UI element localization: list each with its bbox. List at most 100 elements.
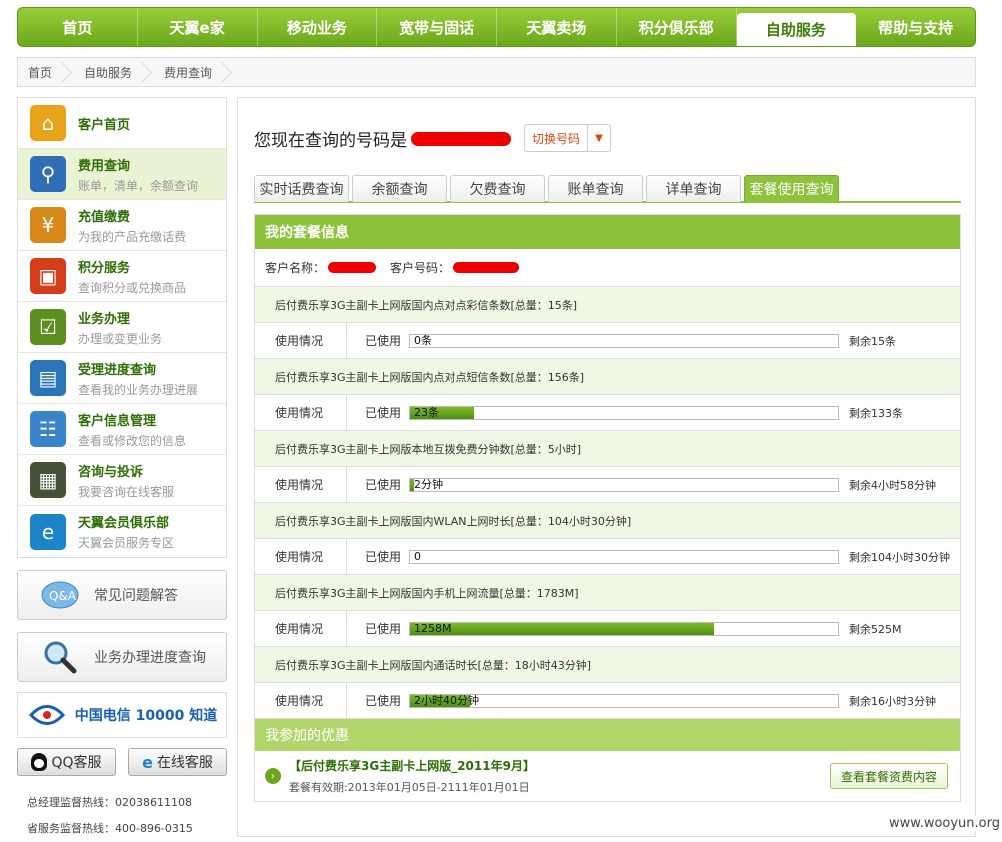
breadcrumb: 首页 自助服务 费用查询: [17, 57, 976, 87]
nav-item-4[interactable]: 天翼卖场: [497, 8, 617, 46]
hotline-gm: 总经理监督热线：02038611108: [27, 796, 192, 809]
china-telecom-10000-banner[interactable]: 中国电信 10000 知道: [17, 692, 227, 738]
promo-title: 我参加的优惠: [255, 719, 960, 751]
usage-label: 使用情况: [255, 611, 347, 646]
sidebar-item-title: 业务办理: [78, 311, 131, 327]
sidebar-item-subtitle: 我要咨询在线客服: [78, 484, 175, 499]
switch-number-dropdown[interactable]: 切换号码 ▼: [524, 124, 612, 152]
sidebar-item-6[interactable]: ☷ 客户信息管理 查看或修改您的信息: [18, 404, 226, 455]
usage-remaining: 剩余16小时3分钟: [849, 694, 936, 708]
faq-button[interactable]: Q&A 常见问题解答: [17, 570, 227, 620]
sidebar: ⌂ 客户首页 ⚲ 费用查询 账单，清单，余额查询 ¥ 充值缴费 为我的产品充缴话费 ▣ 积分服务查…: [17, 97, 227, 842]
sidebar-item-subtitle: 查看或修改您的信息: [78, 433, 187, 448]
query-number-label: 您现在查询的号码是: [254, 131, 407, 151]
nav-item-7[interactable]: 帮助与支持: [856, 8, 975, 46]
brand-text: 中国电信 10000 知道: [74, 708, 218, 724]
china-telecom-logo-icon: [28, 705, 65, 725]
nav-item-1[interactable]: 天翼e家: [138, 8, 258, 46]
redacted-name: [328, 262, 377, 273]
sidebar-item-title: 客户首页: [78, 117, 131, 133]
sidebar-item-3[interactable]: ▣ 积分服务查询积分或兑换商品: [18, 251, 226, 302]
tab-0[interactable]: 实时话费查询: [254, 175, 349, 202]
usage-item-title: 后付费乐享3G主副卡上网版国内点对点彩信条数[总量：15条]: [255, 287, 960, 323]
breadcrumb-item-1[interactable]: 自助服务: [74, 58, 154, 86]
sidebar-item-5[interactable]: ▤ 受理进度查询 查看我的业务办理进展: [18, 353, 226, 404]
tab-4[interactable]: 详单查询: [646, 175, 741, 202]
usage-item-title: 后付费乐享3G主副卡上网版国内WLAN上网时长[总量：104小时30分钟]: [255, 503, 960, 539]
usage-label: 使用情况: [255, 323, 347, 358]
breadcrumb-item-0[interactable]: 首页: [18, 58, 74, 86]
sidebar-item-8[interactable]: e 天翼会员俱乐部 天翼会员服务专区: [18, 506, 226, 557]
top-nav: 首页 天翼e家 移动业务 宽带与固话 天翼卖场 积分俱乐部 自助服务 帮助与支持: [17, 7, 976, 47]
watermark: www.wooyun.org: [888, 816, 1000, 831]
sidebar-item-subtitle: 账单，清单，余额查询: [78, 178, 199, 193]
sidebar-item-7[interactable]: ▦ 咨询与投诉 我要咨询在线客服: [18, 455, 226, 506]
penguin-icon: [31, 753, 48, 771]
usage-label: 使用情况: [255, 467, 347, 502]
progress-query-button[interactable]: 业务办理进度查询: [17, 632, 227, 682]
nav-item-0[interactable]: 首页: [18, 8, 138, 46]
promo-name[interactable]: 【后付费乐享3G主副卡上网版_2011年9月】: [289, 757, 535, 774]
usage-row: 使用情况 已使用 2分钟 剩余4小时58分钟: [255, 467, 960, 503]
sidebar-item-subtitle: 办理或变更业务: [78, 331, 163, 346]
online-service-button[interactable]: e 在线客服: [128, 748, 227, 776]
sidebar-item-title: 受理进度查询: [78, 362, 157, 378]
tab-3[interactable]: 账单查询: [548, 175, 643, 202]
usage-item-title: 后付费乐享3G主副卡上网版国内点对点短信条数[总量：156条]: [255, 359, 960, 395]
view-package-fees-button[interactable]: 查看套餐资费内容: [829, 763, 948, 789]
sidebar-item-subtitle: 天翼会员服务专区: [78, 536, 175, 550]
sidebar-item-title: 天翼会员俱乐部: [78, 516, 170, 531]
progress-query-label: 业务办理进度查询: [94, 650, 206, 666]
tab-1[interactable]: 余额查询: [352, 175, 447, 202]
usage-progress-bar: 1258M: [409, 621, 839, 636]
sidebar-item-subtitle: 查询积分或兑换商品: [78, 280, 187, 295]
sidebar-item-1[interactable]: ⚲ 费用查询 账单，清单，余额查询: [18, 149, 226, 200]
nav-item-5[interactable]: 积分俱乐部: [617, 8, 737, 46]
sidebar-item-4[interactable]: ☑ 业务办理 办理或变更业务: [18, 302, 226, 353]
online-service-label: 在线客服: [156, 755, 213, 771]
usage-item-title: 后付费乐享3G主副卡上网版国内手机上网流量[总量：1783M]: [255, 575, 960, 611]
breadcrumb-item-2[interactable]: 费用查询: [154, 58, 234, 86]
package-info-title: 我的套餐信息: [255, 215, 960, 249]
nav-item-3[interactable]: 宽带与固话: [377, 8, 497, 46]
qq-service-button[interactable]: QQ客服: [17, 748, 116, 776]
usage-progress-fill: [410, 622, 714, 635]
nav-item-2[interactable]: 移动业务: [258, 8, 378, 46]
promo-period: 套餐有效期:2013年01月05日-2111年01月01日: [289, 781, 530, 794]
usage-used-value: 0条: [414, 333, 432, 347]
used-label: 已使用: [365, 622, 402, 636]
usage-progress-bar: 0条: [409, 333, 839, 348]
usage-progress-bar: 2分钟: [409, 477, 839, 492]
sidebar-item-title: 积分服务: [78, 260, 131, 276]
calculator-warning-icon: ▦: [30, 462, 66, 498]
usage-label: 使用情况: [255, 539, 347, 574]
usage-item-title: 后付费乐享3G主副卡上网版本地互拨免费分钟数[总量：5小时]: [255, 431, 960, 467]
chevron-down-icon: ▼: [595, 132, 603, 144]
tab-2[interactable]: 欠费查询: [450, 175, 545, 202]
switch-number-label: 切换号码: [525, 125, 589, 151]
sidebar-item-0[interactable]: ⌂ 客户首页: [18, 98, 226, 149]
usage-row: 使用情况 已使用 2小时40分钟 剩余16小时3分钟: [255, 683, 960, 719]
sidebar-item-2[interactable]: ¥ 充值缴费 为我的产品充缴话费: [18, 200, 226, 251]
tab-5[interactable]: 套餐使用查询: [744, 175, 839, 202]
hotlines: 总经理监督热线：02038611108 省服务监督热线：400-896-0315: [17, 790, 227, 842]
nav-item-6[interactable]: 自助服务: [736, 13, 857, 46]
used-label: 已使用: [365, 694, 402, 708]
ie-icon: e: [142, 752, 153, 772]
usage-used-value: 1258M: [414, 621, 452, 635]
faq-label: 常见问题解答: [94, 588, 178, 604]
club-logo-icon: e: [30, 513, 66, 550]
query-tabs: 实时话费查询 余额查询 欠费查询 账单查询 详单查询 套餐使用查询: [254, 175, 961, 203]
customer-name-label: 客户名称：: [265, 261, 326, 275]
coin-icon: ¥: [30, 207, 66, 243]
gift-icon: ▣: [30, 258, 66, 294]
usage-remaining: 剩余133条: [849, 406, 903, 420]
usage-used-value: 2分钟: [414, 477, 443, 491]
usage-row: 使用情况 已使用 23条 剩余133条: [255, 395, 960, 431]
qq-service-label: QQ客服: [51, 755, 102, 771]
usage-progress-bar: 0: [409, 549, 839, 564]
used-label: 已使用: [365, 550, 402, 564]
sidebar-item-title: 客户信息管理: [78, 413, 157, 429]
hotline-province: 省服务监督热线：400-896-0315: [27, 822, 193, 835]
usage-remaining: 剩余15条: [849, 334, 896, 348]
